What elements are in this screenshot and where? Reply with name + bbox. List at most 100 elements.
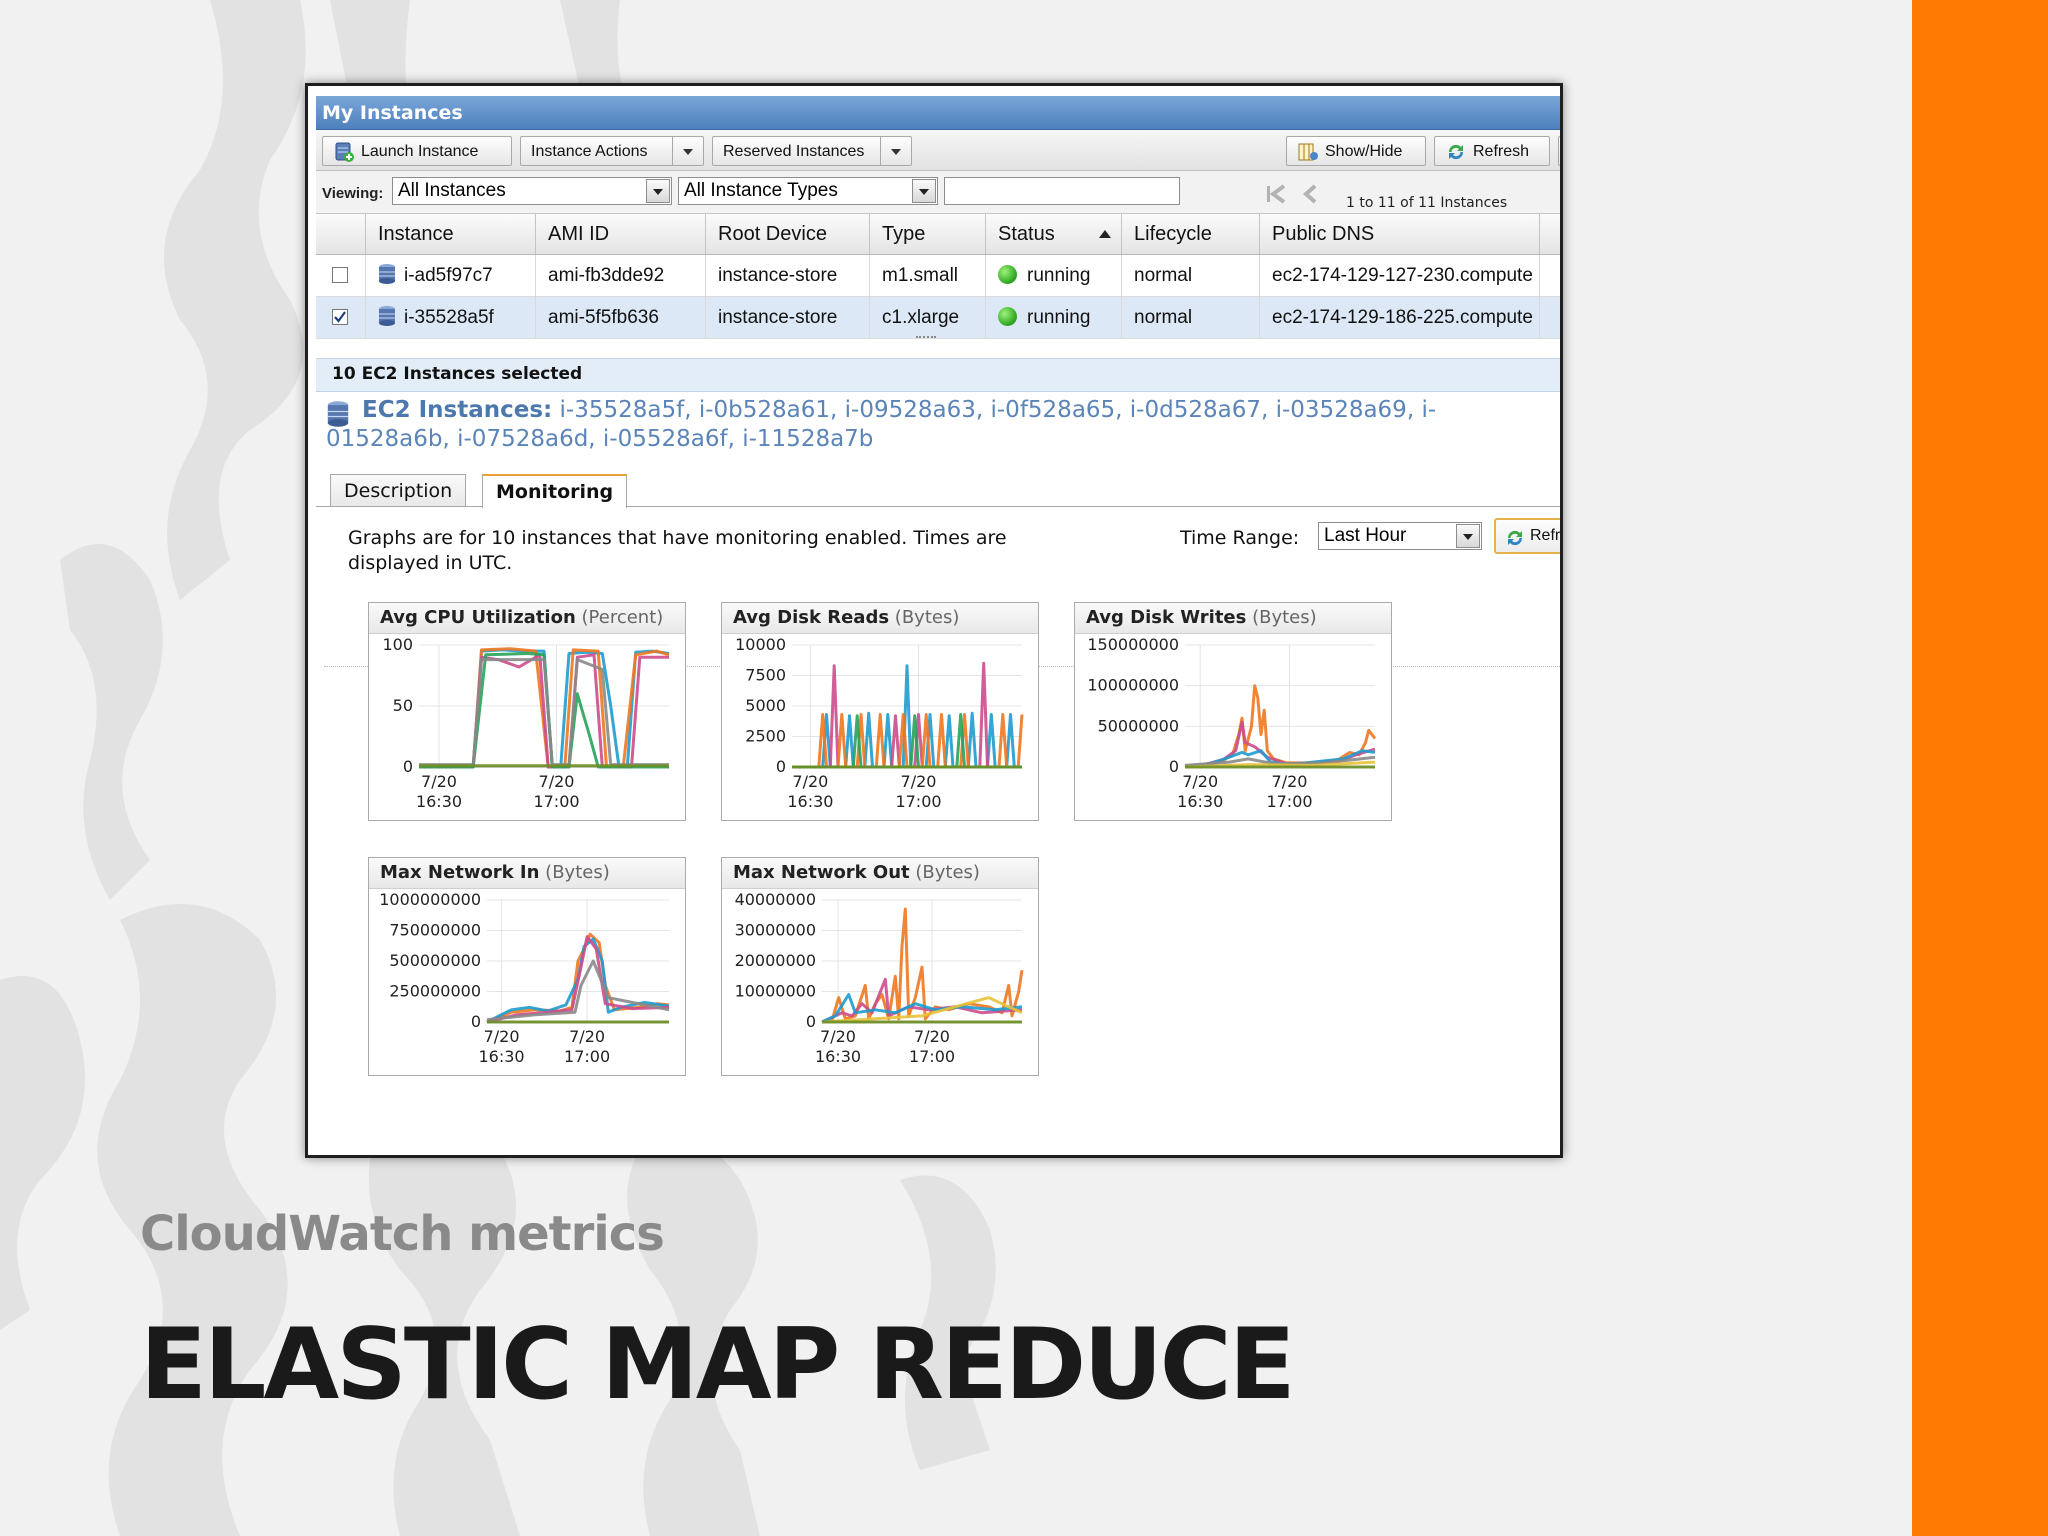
chart-header: Max Network In (Bytes)	[369, 858, 685, 889]
status-text: running	[1027, 307, 1091, 328]
instance-icon	[379, 306, 395, 327]
instance-types-select[interactable]: All Instance Types	[678, 177, 938, 205]
instance-cell: i-ad5f97c7	[366, 255, 536, 296]
column-header-type[interactable]: Type	[870, 214, 986, 254]
table-row[interactable]: i-35528a5f ami-5f5fb636 instance-store c…	[316, 297, 1560, 339]
row-checkbox-cell	[316, 255, 366, 296]
row-checkbox-cell	[316, 297, 366, 338]
y-tick-label: 250000000	[389, 982, 481, 1001]
x-tick-time: 17:00	[909, 1047, 955, 1066]
chevron-down-icon[interactable]	[1456, 524, 1480, 548]
column-header-public-dns[interactable]: Public DNS	[1260, 214, 1540, 254]
y-tick-label: 5000	[745, 696, 786, 715]
instance-id: i-35528a5f	[404, 307, 494, 328]
panel-title: My Instances	[322, 102, 463, 124]
chart-title: Avg Disk Writes	[1086, 607, 1247, 628]
chart-plot: 1500000001000000005000000007/2016:307/20…	[1087, 635, 1377, 811]
column-header-root-device[interactable]: Root Device	[706, 214, 870, 254]
chart-unit: (Percent)	[581, 607, 664, 628]
accent-bar	[1912, 0, 2048, 1536]
row-checkbox[interactable]	[332, 267, 348, 283]
x-tick-date: 7/20	[820, 1027, 856, 1046]
tab-description[interactable]: Description	[330, 474, 467, 506]
x-tick-date: 7/20	[421, 772, 457, 791]
public-dns-cell: ec2-174-129-186-225.compute	[1260, 297, 1540, 338]
x-tick-date: 7/20	[484, 1027, 520, 1046]
toolbar: Launch Instance Instance Actions Reserve…	[316, 130, 1560, 171]
table-row[interactable]: i-ad5f97c7 ami-fb3dde92 instance-store m…	[316, 255, 1560, 297]
y-tick-label: 50000000	[1098, 716, 1179, 735]
instance-types-value: All Instance Types	[684, 180, 838, 201]
reserved-instances-button[interactable]: Reserved Instances	[712, 136, 912, 166]
column-header-status[interactable]: Status	[986, 214, 1122, 254]
launch-instance-button[interactable]: Launch Instance	[322, 136, 512, 166]
instance-icon	[327, 401, 349, 427]
panel-titlebar: My Instances	[316, 96, 1560, 130]
chart-plot: 1000075005000250007/2016:307/2017:00	[735, 635, 1024, 811]
x-tick-time: 17:00	[895, 792, 941, 811]
splitter-handle[interactable]	[916, 336, 936, 344]
x-tick-time: 17:00	[533, 792, 579, 811]
checkmark-icon	[334, 311, 346, 323]
y-tick-label: 40000000	[735, 890, 816, 909]
y-tick-label: 0	[471, 1012, 481, 1031]
column-header-instance[interactable]: Instance	[366, 214, 536, 254]
lifecycle-cell: normal	[1122, 255, 1260, 296]
chart-unit: (Bytes)	[915, 862, 980, 883]
monitoring-note: Graphs are for 10 instances that have mo…	[348, 527, 1007, 574]
y-tick-label: 750000000	[389, 921, 481, 940]
ami-cell: ami-fb3dde92	[536, 255, 706, 296]
y-tick-label: 150000000	[1087, 635, 1179, 654]
instances-filter-select[interactable]: All Instances	[392, 177, 672, 205]
slide-subtitle: CloudWatch metrics	[140, 1206, 665, 1262]
chevron-down-icon[interactable]	[912, 179, 936, 203]
y-tick-label: 0	[776, 757, 786, 776]
launch-instance-label: Launch Instance	[361, 143, 479, 160]
chart-plot: 1005007/2016:307/2017:00	[382, 635, 670, 811]
chart-avg-disk-reads: Avg Disk Reads (Bytes) 10000 7500 5000 2500…	[721, 602, 1039, 821]
select-all-column[interactable]	[316, 214, 366, 254]
chart-header: Max Network Out (Bytes)	[722, 858, 1038, 889]
chart-title: Avg CPU Utilization	[380, 607, 576, 628]
sort-ascending-icon	[1099, 230, 1111, 238]
x-tick-date: 7/20	[914, 1027, 950, 1046]
server-add-icon	[335, 142, 354, 162]
chart-plot: 100000000075000000050000000025000000007/…	[379, 890, 670, 1066]
chart-max-network-in: Max Network In (Bytes) 1000000000 7500000…	[368, 857, 686, 1076]
chevron-down-icon[interactable]	[672, 137, 703, 165]
selection-summary: 10 EC2 Instances selected	[332, 364, 583, 384]
selection-summary-bar: 10 EC2 Instances selected	[316, 358, 1560, 392]
instance-actions-button[interactable]: Instance Actions	[520, 136, 704, 166]
show-hide-button[interactable]: Show/Hide	[1286, 136, 1426, 166]
chevron-down-icon[interactable]	[880, 137, 911, 165]
column-header-lifecycle[interactable]: Lifecycle	[1122, 214, 1260, 254]
chart-max-network-out: Max Network Out (Bytes) 40000000 30000000…	[721, 857, 1039, 1076]
previous-page-icon[interactable]	[1300, 183, 1322, 205]
monitoring-refresh-label: Refresh	[1530, 527, 1561, 544]
refresh-icon	[1448, 144, 1464, 159]
first-page-icon[interactable]	[1264, 183, 1290, 205]
chevron-down-icon[interactable]	[646, 179, 670, 203]
y-tick-label: 100000000	[1087, 676, 1179, 695]
columns-icon	[1298, 143, 1318, 161]
table-header: Instance AMI ID Root Device Type Status …	[316, 214, 1560, 255]
column-header-ami-id[interactable]: AMI ID	[536, 214, 706, 254]
my-instances-panel: My Instances Launch Instance Instance Ac…	[316, 96, 1561, 1155]
chart-header: Avg CPU Utilization (Percent)	[369, 603, 685, 634]
toolbar-overflow-button[interactable]	[1558, 136, 1560, 166]
time-range-select[interactable]: Last Hour	[1318, 522, 1482, 550]
monitoring-refresh-button[interactable]: Refresh	[1494, 518, 1561, 554]
x-tick-time: 16:30	[815, 1047, 861, 1066]
tab-monitoring[interactable]: Monitoring	[482, 474, 628, 508]
lifecycle-cell: normal	[1122, 297, 1260, 338]
refresh-button[interactable]: Refresh	[1434, 136, 1550, 166]
instances-table: Instance AMI ID Root Device Type Status …	[316, 214, 1560, 340]
y-tick-label: 0	[806, 1012, 816, 1031]
chart-unit: (Bytes)	[894, 607, 960, 628]
public-dns-cell: ec2-174-129-127-230.compute	[1260, 255, 1540, 296]
y-tick-label: 30000000	[735, 921, 816, 940]
search-input[interactable]	[944, 177, 1180, 205]
y-tick-label: 100	[382, 635, 413, 654]
chart-header: Avg Disk Reads (Bytes)	[722, 603, 1038, 634]
row-checkbox[interactable]	[332, 309, 348, 325]
